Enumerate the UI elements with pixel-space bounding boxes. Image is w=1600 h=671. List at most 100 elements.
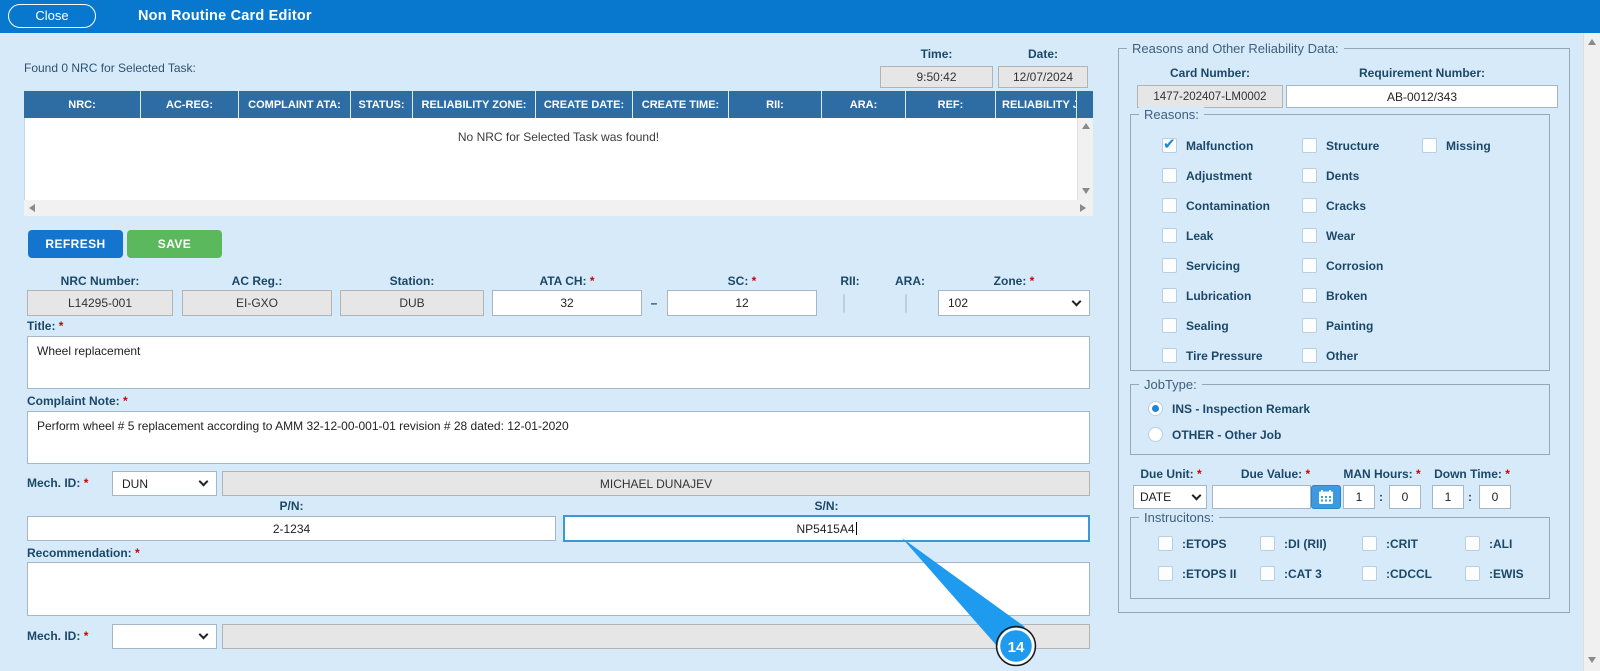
table-scroll-left-icon[interactable] xyxy=(29,204,35,212)
instruction-item-etops-ii[interactable]: :ETOPS II xyxy=(1158,566,1236,581)
page-scrollbar[interactable] xyxy=(1583,33,1600,671)
reason-checkbox-structure[interactable] xyxy=(1302,138,1317,153)
column-header-ac-reg[interactable]: AC-REG: xyxy=(141,91,239,118)
column-header-status[interactable]: STATUS: xyxy=(351,91,413,118)
reason-checkbox-cracks[interactable] xyxy=(1302,198,1317,213)
down-time-h-input[interactable]: 1 xyxy=(1432,485,1464,509)
reason-item-contamination[interactable]: Contamination xyxy=(1162,198,1270,213)
table-vertical-scrollbar[interactable] xyxy=(1077,118,1093,200)
table-scroll-down-icon[interactable] xyxy=(1082,188,1090,194)
calendar-button[interactable] xyxy=(1311,485,1341,509)
instruction-item-crit[interactable]: :CRIT xyxy=(1362,536,1418,551)
instruction-item-ali[interactable]: :ALI xyxy=(1465,536,1512,551)
jobtype-option-other[interactable]: OTHER - Other Job xyxy=(1148,427,1281,442)
instruction-checkbox-ali[interactable] xyxy=(1465,536,1480,551)
reason-item-cracks[interactable]: Cracks xyxy=(1302,198,1366,213)
ara-checkbox[interactable] xyxy=(905,294,907,313)
instruction-checkbox-crit[interactable] xyxy=(1362,536,1377,551)
column-header-rii[interactable]: RII: xyxy=(729,91,822,118)
save-button[interactable]: SAVE xyxy=(127,230,222,258)
down-time-m-input[interactable]: 0 xyxy=(1479,485,1511,509)
reason-item-structure[interactable]: Structure xyxy=(1302,138,1379,153)
column-header-complaint-ata[interactable]: COMPLAINT ATA: xyxy=(239,91,351,118)
due-value-input[interactable] xyxy=(1212,485,1311,509)
reason-item-corrosion[interactable]: Corrosion xyxy=(1302,258,1383,273)
reason-checkbox-dents[interactable] xyxy=(1302,168,1317,183)
jobtype-radio-other[interactable] xyxy=(1148,427,1163,442)
reason-item-wear[interactable]: Wear xyxy=(1302,228,1355,243)
reason-checkbox-tire-pressure[interactable] xyxy=(1162,348,1177,363)
table-scroll-up-icon[interactable] xyxy=(1082,123,1090,129)
refresh-button[interactable]: REFRESH xyxy=(28,230,123,258)
instruction-item-cdccl[interactable]: :CDCCL xyxy=(1362,566,1432,581)
due-unit-select[interactable]: DATE xyxy=(1133,485,1207,509)
requirement-number-input[interactable]: AB-0012/343 xyxy=(1286,85,1558,108)
complaint-note-textarea[interactable]: Perform wheel # 5 replacement according … xyxy=(27,411,1090,464)
ata-ch-input[interactable]: 32 xyxy=(492,290,642,316)
instruction-checkbox-cdccl[interactable] xyxy=(1362,566,1377,581)
reason-checkbox-corrosion[interactable] xyxy=(1302,258,1317,273)
reason-label: Adjustment xyxy=(1186,168,1252,183)
rii-checkbox[interactable] xyxy=(843,294,845,313)
column-header-reliability-ji[interactable]: RELIABILITY JI xyxy=(996,91,1077,118)
reason-item-malfunction[interactable]: Malfunction xyxy=(1162,135,1253,153)
column-header-nrc[interactable]: NRC: xyxy=(24,91,141,118)
instruction-item-di-rii[interactable]: :DI (RII) xyxy=(1260,536,1327,551)
instruction-checkbox-cat-3[interactable] xyxy=(1260,566,1275,581)
column-header-ara[interactable]: ARA: xyxy=(822,91,906,118)
scroll-down-icon[interactable] xyxy=(1588,657,1596,663)
title-textarea[interactable]: Wheel replacement xyxy=(27,336,1090,389)
man-hours-m-input[interactable]: 0 xyxy=(1389,485,1421,509)
mech-id-top-select[interactable]: DUN xyxy=(112,471,217,496)
reason-checkbox-sealing[interactable] xyxy=(1162,318,1177,333)
instruction-item-ewis[interactable]: :EWIS xyxy=(1465,566,1524,581)
reason-checkbox-servicing[interactable] xyxy=(1162,258,1177,273)
reason-checkbox-lubrication[interactable] xyxy=(1162,288,1177,303)
column-header-reliability-zone[interactable]: RELIABILITY ZONE: xyxy=(413,91,536,118)
reason-item-lubrication[interactable]: Lubrication xyxy=(1162,288,1251,303)
zone-select[interactable]: 102 xyxy=(938,290,1090,316)
reason-checkbox-broken[interactable] xyxy=(1302,288,1317,303)
reason-item-adjustment[interactable]: Adjustment xyxy=(1162,168,1252,183)
instruction-checkbox-ewis[interactable] xyxy=(1465,566,1480,581)
recommendation-textarea[interactable] xyxy=(27,562,1090,616)
reason-item-sealing[interactable]: Sealing xyxy=(1162,318,1229,333)
reason-checkbox-other[interactable] xyxy=(1302,348,1317,363)
reason-item-other[interactable]: Other xyxy=(1302,348,1358,363)
jobtype-radio-ins[interactable] xyxy=(1148,401,1163,416)
jobtype-option-ins[interactable]: INS - Inspection Remark xyxy=(1148,401,1310,416)
sn-input[interactable]: NP5415A4 xyxy=(563,515,1090,542)
scroll-up-icon[interactable] xyxy=(1588,39,1596,45)
instruction-checkbox-etops-ii[interactable] xyxy=(1158,566,1173,581)
reason-checkbox-malfunction[interactable] xyxy=(1162,135,1177,153)
reason-checkbox-contamination[interactable] xyxy=(1162,198,1177,213)
reason-item-leak[interactable]: Leak xyxy=(1162,228,1213,243)
reason-item-missing[interactable]: Missing xyxy=(1422,138,1491,153)
instruction-checkbox-di-rii[interactable] xyxy=(1260,536,1275,551)
mech-id-bottom-select[interactable] xyxy=(112,624,217,649)
reason-checkbox-adjustment[interactable] xyxy=(1162,168,1177,183)
man-hours-h-input[interactable]: 1 xyxy=(1343,485,1375,509)
table-scroll-right-icon[interactable] xyxy=(1080,204,1086,212)
reason-checkbox-wear[interactable] xyxy=(1302,228,1317,243)
instruction-item-etops[interactable]: :ETOPS xyxy=(1158,536,1226,551)
reason-item-tire-pressure[interactable]: Tire Pressure xyxy=(1162,348,1263,363)
instruction-item-cat-3[interactable]: :CAT 3 xyxy=(1260,566,1322,581)
table-horizontal-scrollbar[interactable] xyxy=(24,200,1093,216)
reason-item-dents[interactable]: Dents xyxy=(1302,168,1359,183)
column-header-create-time[interactable]: CREATE TIME: xyxy=(633,91,729,118)
column-header-create-date[interactable]: CREATE DATE: xyxy=(536,91,633,118)
column-header-ref[interactable]: REF: xyxy=(906,91,996,118)
reason-label: Missing xyxy=(1446,138,1491,153)
reason-checkbox-painting[interactable] xyxy=(1302,318,1317,333)
close-button[interactable]: Close xyxy=(8,4,96,28)
man-hours-label-text: MAN Hours: xyxy=(1343,467,1413,481)
reason-checkbox-leak[interactable] xyxy=(1162,228,1177,243)
reason-item-servicing[interactable]: Servicing xyxy=(1162,258,1240,273)
reason-checkbox-missing[interactable] xyxy=(1422,138,1437,153)
pn-input[interactable]: 2-1234 xyxy=(27,516,556,541)
reason-item-painting[interactable]: Painting xyxy=(1302,318,1373,333)
reason-item-broken[interactable]: Broken xyxy=(1302,288,1367,303)
sc-input[interactable]: 12 xyxy=(667,290,817,316)
instruction-checkbox-etops[interactable] xyxy=(1158,536,1173,551)
